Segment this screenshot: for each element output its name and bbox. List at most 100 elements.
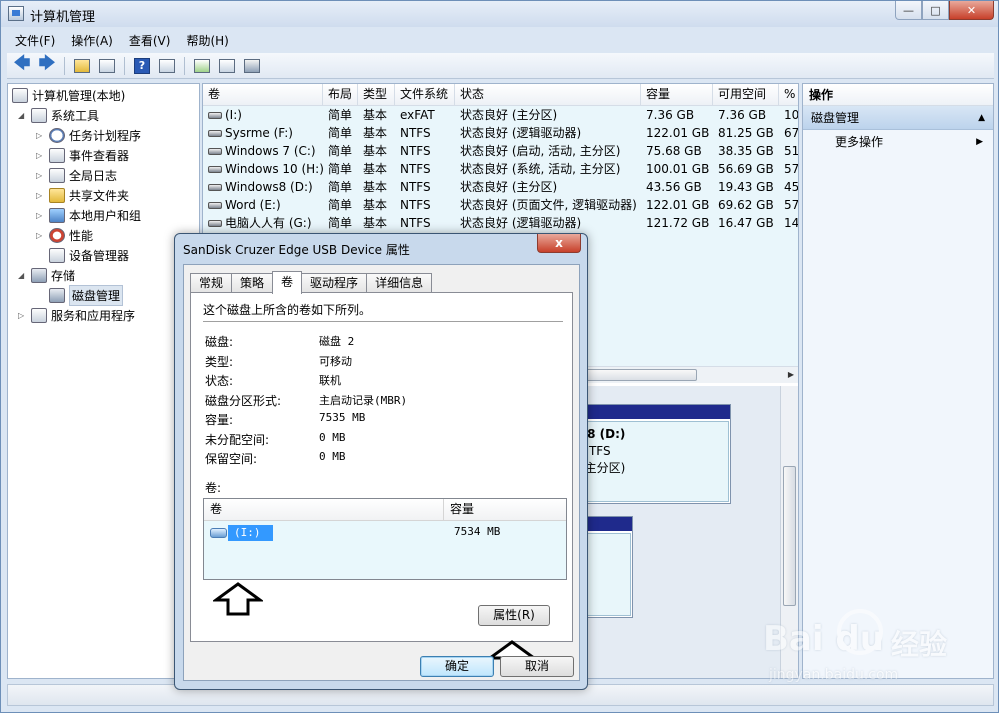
list-col-capacity[interactable]: 容量 <box>444 499 474 521</box>
properties-pane-icon[interactable] <box>156 56 178 76</box>
tree-item-system-tools[interactable]: ◢ 系统工具 <box>18 106 99 125</box>
prop-label: 类型: <box>205 355 234 369</box>
cell-text: 状态良好 (系统, 活动, 主分区) <box>460 162 621 176</box>
cell-capacity: 7.36 GB <box>641 106 713 124</box>
up-folder-icon[interactable] <box>71 56 93 76</box>
more-actions[interactable]: 更多操作 ▶ <box>803 130 993 154</box>
tree-item-shared-folders[interactable]: ▷ 共享文件夹 <box>36 186 129 205</box>
col-layout[interactable]: 布局 <box>323 84 358 106</box>
storage-icon <box>31 268 47 283</box>
tree-item-services-apps[interactable]: ▷ 服务和应用程序 <box>18 306 135 325</box>
tab-general[interactable]: 常规 <box>190 273 233 293</box>
prop-type: 类型: 可移动 <box>205 353 565 371</box>
cell-text: 简单 <box>328 144 353 158</box>
menu-help[interactable]: 帮助(H) <box>178 30 236 50</box>
table-row[interactable]: Word (E:) 简单 基本 NTFS 状态良好 (页面文件, 逻辑驱动器) 122.0… <box>203 196 798 214</box>
watermark-cn: 经验 <box>891 628 948 661</box>
help-icon[interactable]: ? <box>131 56 153 76</box>
collapsed-arrow-icon[interactable]: ▷ <box>18 311 28 320</box>
cell-text: 43.56 GB <box>646 180 702 194</box>
tree-root[interactable]: 计算机管理(本地) <box>12 86 125 105</box>
collapsed-arrow-icon[interactable]: ▷ <box>36 191 46 200</box>
collapse-up-icon[interactable]: ▲ <box>978 106 985 130</box>
table-row[interactable]: 电脑人人有 (G:) 简单 基本 NTFS 状态良好 (逻辑驱动器) 121.72 GB 1… <box>203 214 798 232</box>
tree-item-device-manager[interactable]: 设备管理器 <box>49 246 129 265</box>
tree-item-storage[interactable]: ◢ 存储 <box>18 266 75 285</box>
tree-item-disk-management[interactable]: 磁盘管理 <box>49 285 124 306</box>
list-col-volume[interactable]: 卷 <box>204 499 444 521</box>
cell-text: 122.01 GB <box>646 198 710 212</box>
cell-layout: 简单 <box>323 196 358 214</box>
menu-file[interactable]: 文件(F) <box>7 30 63 50</box>
ok-button[interactable]: 确定 <box>420 656 494 677</box>
show-tree-icon[interactable] <box>96 56 118 76</box>
tab-volumes[interactable]: 卷 <box>272 271 303 294</box>
collapsed-arrow-icon[interactable]: ▷ <box>36 151 46 160</box>
tree-item-task-scheduler[interactable]: ▷ 任务计划程序 <box>36 126 141 145</box>
list-item-volume: (I:) <box>228 525 273 541</box>
table-row[interactable]: Windows8 (D:) 简单 基本 NTFS 状态良好 (主分区) 43.56 GB 1… <box>203 178 798 196</box>
list-item[interactable]: (I:) 7534 MB <box>206 524 564 542</box>
col-capacity[interactable]: 容量 <box>641 84 713 106</box>
maximize-button[interactable]: □ <box>922 1 949 20</box>
cell-text: 16.47 GB <box>718 216 774 230</box>
tab-policies[interactable]: 策略 <box>231 273 274 293</box>
back-arrow-icon[interactable]: 🡄 <box>11 53 33 76</box>
collapsed-arrow-icon[interactable]: ▷ <box>36 211 46 220</box>
col-free-space[interactable]: 可用空间 <box>713 84 779 106</box>
cell-text: 简单 <box>328 162 353 176</box>
prop-value: 0 MB <box>319 431 346 444</box>
navigation-tree: 计算机管理(本地) ◢ 系统工具 ▷ 任务计划程序 ▷ 事件查看器 ▷ 全局日志… <box>7 83 200 679</box>
cell-text: 122.01 GB <box>646 126 710 140</box>
scroll-thumb[interactable] <box>783 466 796 606</box>
prop-value: 7535 MB <box>319 411 366 424</box>
menu-bar: 文件(F) 操作(A) 查看(V) 帮助(H) <box>7 30 237 50</box>
cell-text: Windows 7 (C:) <box>225 144 316 158</box>
collapsed-arrow-icon[interactable]: ▷ <box>36 231 46 240</box>
expanded-arrow-icon[interactable]: ◢ <box>18 111 28 120</box>
cell-free-space: 81.25 GB <box>713 124 779 142</box>
table-row[interactable]: Windows 7 (C:) 简单 基本 NTFS 状态良好 (启动, 活动, 主分区)… <box>203 142 798 160</box>
table-row[interactable]: Windows 10 (H:) 简单 基本 NTFS 状态良好 (系统, 活动, 主分区… <box>203 160 798 178</box>
dialog-close-button[interactable]: x <box>537 234 581 253</box>
tree-item-label: 本地用户和组 <box>69 209 142 223</box>
menu-view[interactable]: 查看(V) <box>121 30 179 50</box>
col-filesystem[interactable]: 文件系统 <box>395 84 455 106</box>
cell-filesystem: NTFS <box>395 160 455 178</box>
minimize-button[interactable]: — <box>895 1 922 20</box>
col-status[interactable]: 状态 <box>455 84 641 106</box>
tree-item-global-log[interactable]: ▷ 全局日志 <box>36 166 117 185</box>
tree-item-performance[interactable]: ▷ 性能 <box>36 226 93 245</box>
cell-filesystem: exFAT <box>395 106 455 124</box>
disk-icon[interactable] <box>241 56 263 76</box>
tab-details[interactable]: 详细信息 <box>366 273 433 293</box>
menu-action[interactable]: 操作(A) <box>63 30 121 50</box>
forward-arrow-icon[interactable]: 🡆 <box>36 53 58 76</box>
collapsed-arrow-icon[interactable]: ▷ <box>36 131 46 140</box>
usb-drive-icon <box>210 528 227 538</box>
table-row[interactable]: Sysrme (F:) 简单 基本 NTFS 状态良好 (逻辑驱动器) 122.01 GB… <box>203 124 798 142</box>
close-button[interactable]: ✕ <box>949 1 994 20</box>
tree-item-event-viewer[interactable]: ▷ 事件查看器 <box>36 146 129 165</box>
col-type[interactable]: 类型 <box>358 84 395 106</box>
cell-volume: Word (E:) <box>203 196 323 214</box>
cell-text: 基本 <box>363 198 388 212</box>
col-percent[interactable]: % <box>779 84 798 106</box>
col-volume[interactable]: 卷 <box>203 84 323 106</box>
cell-free-space: 19.43 GB <box>713 178 779 196</box>
volume-properties-button[interactable]: 属性(R) <box>478 605 550 626</box>
scroll-right-icon[interactable]: ▶ <box>784 369 798 381</box>
cancel-button[interactable]: 取消 <box>500 656 574 677</box>
tree-item-local-users[interactable]: ▷ 本地用户和组 <box>36 206 141 225</box>
refresh-icon[interactable] <box>191 56 213 76</box>
table-row[interactable]: (I:) 简单 基本 exFAT 状态良好 (主分区) 7.36 GB 7.36 GB 10 <box>203 106 798 124</box>
actions-section-disk-management[interactable]: 磁盘管理 ▲ <box>803 106 993 130</box>
collapsed-arrow-icon[interactable]: ▷ <box>36 171 46 180</box>
cell-free-space: 38.35 GB <box>713 142 779 160</box>
tab-driver[interactable]: 驱动程序 <box>301 273 368 293</box>
expanded-arrow-icon[interactable]: ◢ <box>18 271 28 280</box>
cell-type: 基本 <box>358 178 395 196</box>
prop-label: 磁盘: <box>205 335 234 349</box>
partition-d[interactable]: s8 (D:) NTFS (主分区) <box>573 404 731 504</box>
properties-icon[interactable] <box>216 56 238 76</box>
